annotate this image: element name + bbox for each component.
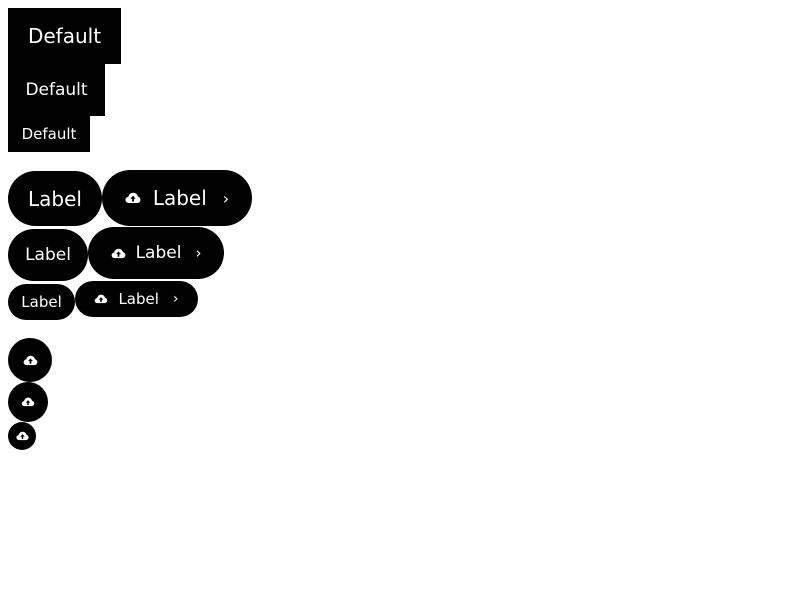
icon-button-large[interactable]	[8, 338, 52, 382]
pill-button-medium[interactable]: Label	[8, 229, 88, 281]
pill-button-label: Label	[28, 186, 82, 211]
pill-button-small[interactable]: Label	[8, 284, 75, 320]
pill-button-large[interactable]: Label	[8, 171, 102, 226]
pill-icon-button-large[interactable]: Label ›	[102, 170, 252, 226]
pill-button-label: Label	[135, 243, 182, 263]
pill-icon-button-medium[interactable]: Label ›	[88, 227, 224, 279]
icon-button-medium[interactable]	[8, 382, 48, 422]
default-button-label: Default	[27, 24, 102, 48]
default-button-small[interactable]: Default	[8, 116, 90, 152]
cloud-upload-icon	[94, 294, 108, 304]
pill-button-label: Label	[152, 186, 207, 210]
cloud-upload-icon	[125, 192, 141, 204]
default-button-label: Default	[25, 80, 88, 100]
default-button-label: Default	[21, 125, 77, 143]
cloud-upload-icon	[23, 355, 38, 366]
chevron-right-icon: ›	[222, 188, 230, 208]
chevron-right-icon: ›	[172, 291, 179, 307]
default-button-large[interactable]: Default	[8, 8, 121, 64]
cloud-upload-icon	[15, 431, 29, 441]
icon-button-small[interactable]	[8, 422, 36, 450]
chevron-right-icon: ›	[195, 244, 202, 262]
default-button-medium[interactable]: Default	[8, 64, 105, 116]
pill-button-label: Label	[118, 290, 159, 308]
pill-icon-button-small[interactable]: Label ›	[75, 281, 198, 317]
pill-button-label: Label	[25, 245, 71, 265]
cloud-upload-icon	[111, 248, 126, 259]
cloud-upload-icon	[21, 397, 35, 407]
pill-button-label: Label	[21, 293, 62, 311]
